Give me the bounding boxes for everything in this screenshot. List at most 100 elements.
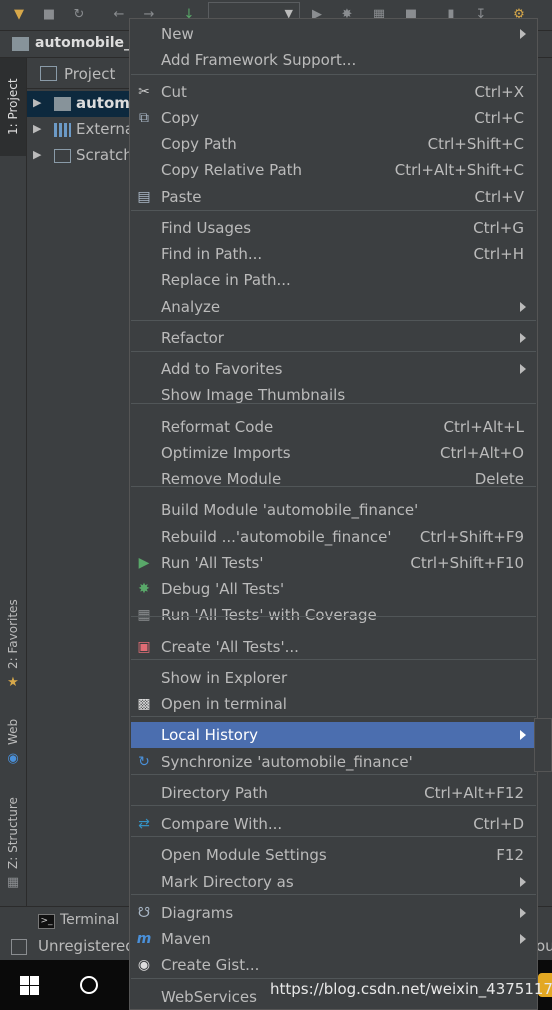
menu-item-create-all-tests[interactable]: ▣ Create 'All Tests'... [131, 634, 536, 660]
cortana-icon[interactable] [80, 976, 98, 994]
library-icon [54, 123, 71, 137]
menu-separator [131, 894, 536, 895]
tree-item-libraries[interactable]: ▶ External Libraries [27, 117, 130, 143]
menu-item-synchronize-automobile-finance[interactable]: ↻ Synchronize 'automobile_finance' [131, 749, 536, 775]
compare-icon: ⇄ [138, 816, 150, 832]
menu-separator [131, 320, 536, 321]
terminal-icon: ▩ [137, 696, 151, 712]
menu-item-remove-module[interactable]: Remove Module Delete [131, 466, 536, 492]
expand-arrow-icon[interactable]: ▶ [33, 96, 41, 109]
menu-item-replace-in-path[interactable]: Replace in Path... [131, 267, 536, 293]
menu-item-label: Analyze [161, 298, 221, 316]
submenu-arrow-icon [520, 934, 526, 944]
menu-item-maven[interactable]: m Maven [131, 926, 536, 952]
menu-separator [131, 616, 536, 617]
github-icon: ◉ [137, 957, 151, 973]
menu-separator [131, 403, 536, 404]
menu-item-refactor[interactable]: Refactor [131, 325, 536, 351]
menu-item-shortcut: Ctrl+Alt+F12 [424, 784, 524, 802]
menu-item-shortcut: Ctrl+Alt+Shift+C [394, 161, 524, 179]
menu-item-copy-relative-path[interactable]: Copy Relative Path Ctrl+Alt+Shift+C [131, 157, 536, 183]
status-toggle-icon[interactable] [11, 939, 27, 955]
status-right-text: ou [536, 937, 552, 955]
menu-item-create-gist[interactable]: ◉ Create Gist... [131, 952, 536, 978]
tab-project[interactable]: 1: Project [0, 58, 26, 156]
menu-item-shortcut: Ctrl+Alt+L [443, 418, 525, 436]
menu-item-label: Copy [161, 109, 200, 127]
breadcrumb-project[interactable]: automobile_ [35, 35, 131, 51]
star-icon: ★ [7, 675, 19, 690]
menu-item-add-to-favorites[interactable]: Add to Favorites [131, 356, 536, 382]
menu-separator [131, 659, 536, 660]
menu-separator [131, 486, 536, 487]
menu-item-paste[interactable]: ▤ Paste Ctrl+V [131, 184, 536, 210]
menu-item-debug-all-tests[interactable]: ✸ Debug 'All Tests' [131, 576, 536, 602]
menu-item-show-image-thumbnails[interactable]: Show Image Thumbnails [131, 382, 536, 408]
tree-item-scratches[interactable]: ▶ Scratches and Consoles [27, 143, 130, 169]
menu-item-shortcut: F12 [496, 846, 524, 864]
menu-item-run-all-tests-with-coverage[interactable]: ▦ Run 'All Tests' with Coverage [131, 602, 536, 628]
menu-item-shortcut: Ctrl+Shift+F10 [410, 554, 524, 572]
menu-item-shortcut: Ctrl+G [473, 219, 524, 237]
menu-item-mark-directory-as[interactable]: Mark Directory as [131, 869, 536, 895]
menu-item-shortcut: Ctrl+H [473, 245, 524, 263]
menu-item-new[interactable]: New [131, 21, 536, 47]
scratches-icon [54, 149, 71, 163]
menu-item-label: Refactor [161, 329, 224, 347]
sync-toolbar-icon[interactable]: ↻ [68, 3, 90, 25]
menu-item-diagrams[interactable]: ☋ Diagrams [131, 900, 536, 926]
tab-favorites[interactable]: 2: Favorites [0, 596, 26, 672]
menu-item-local-history[interactable]: Local History [131, 722, 536, 748]
menu-separator [131, 74, 536, 75]
menu-item-open-module-settings[interactable]: Open Module Settings F12 [131, 842, 536, 868]
expand-arrow-icon[interactable]: ▶ [33, 148, 41, 161]
expand-arrow-icon[interactable]: ▶ [33, 122, 41, 135]
menu-item-find-usages[interactable]: Find Usages Ctrl+G [131, 215, 536, 241]
menu-item-open-in-terminal[interactable]: ▩ Open in terminal [131, 691, 536, 717]
save-icon[interactable]: ■ [38, 3, 60, 25]
windows-start-icon[interactable] [20, 976, 39, 995]
create-test-icon: ▣ [137, 639, 151, 655]
menu-separator [131, 836, 536, 837]
menu-item-shortcut: Ctrl+V [474, 188, 524, 206]
menu-item-label: New [161, 25, 194, 43]
tree-item-module[interactable]: ▶ automobile_finance [27, 91, 130, 117]
menu-item-find-in-path[interactable]: Find in Path... Ctrl+H [131, 241, 536, 267]
structure-icon: ▦ [6, 875, 20, 890]
back-icon[interactable]: ← [108, 3, 130, 25]
menu-item-analyze[interactable]: Analyze [131, 294, 536, 320]
menu-item-copy-path[interactable]: Copy Path Ctrl+Shift+C [131, 131, 536, 157]
diagrams-icon: ☋ [137, 905, 151, 921]
menu-item-build-module-automobile-finance[interactable]: Build Module 'automobile_finance' [131, 497, 536, 523]
menu-item-label: Copy Path [161, 135, 237, 153]
menu-item-directory-path[interactable]: Directory Path Ctrl+Alt+F12 [131, 780, 536, 806]
menu-item-label: Replace in Path... [161, 271, 291, 289]
menu-item-label: Directory Path [161, 784, 268, 802]
module-folder-icon [12, 37, 29, 51]
menu-item-shortcut: Ctrl+Alt+O [440, 444, 524, 462]
menu-item-compare-with[interactable]: ⇄ Compare With... Ctrl+D [131, 811, 536, 837]
menu-item-label: Open in terminal [161, 695, 287, 713]
menu-item-rebuild-automobile-finance[interactable]: Rebuild ...'automobile_finance' Ctrl+Shif… [131, 524, 536, 550]
tab-web[interactable]: Web [0, 714, 26, 750]
menu-item-label: Optimize Imports [161, 444, 291, 462]
terminal-tab[interactable]: Terminal [60, 912, 119, 928]
submenu-arrow-icon [520, 908, 526, 918]
tab-structure[interactable]: Z: Structure [0, 793, 26, 873]
open-folder-icon[interactable]: ▼ [8, 3, 30, 25]
menu-item-shortcut: Delete [474, 470, 524, 488]
menu-item-label: Synchronize 'automobile_finance' [161, 753, 413, 771]
module-folder-icon [54, 97, 71, 111]
menu-item-run-all-tests[interactable]: ▶ Run 'All Tests' Ctrl+Shift+F10 [131, 550, 536, 576]
menu-item-cut[interactable]: ✂ Cut Ctrl+X [131, 79, 536, 105]
menu-separator [131, 716, 536, 717]
menu-item-label: WebServices [161, 988, 257, 1006]
menu-item-copy[interactable]: ⧉ Copy Ctrl+C [131, 105, 536, 131]
menu-item-show-in-explorer[interactable]: Show in Explorer [131, 665, 536, 691]
project-panel-title[interactable]: Project [64, 65, 115, 83]
menu-item-reformat-code[interactable]: Reformat Code Ctrl+Alt+L [131, 414, 536, 440]
watermark-url: https://blog.csdn.net/weixin_43751173 [270, 980, 552, 998]
submenu-arrow-icon [520, 302, 526, 312]
menu-item-add-framework-support[interactable]: Add Framework Support... [131, 47, 536, 73]
menu-item-optimize-imports[interactable]: Optimize Imports Ctrl+Alt+O [131, 440, 536, 466]
